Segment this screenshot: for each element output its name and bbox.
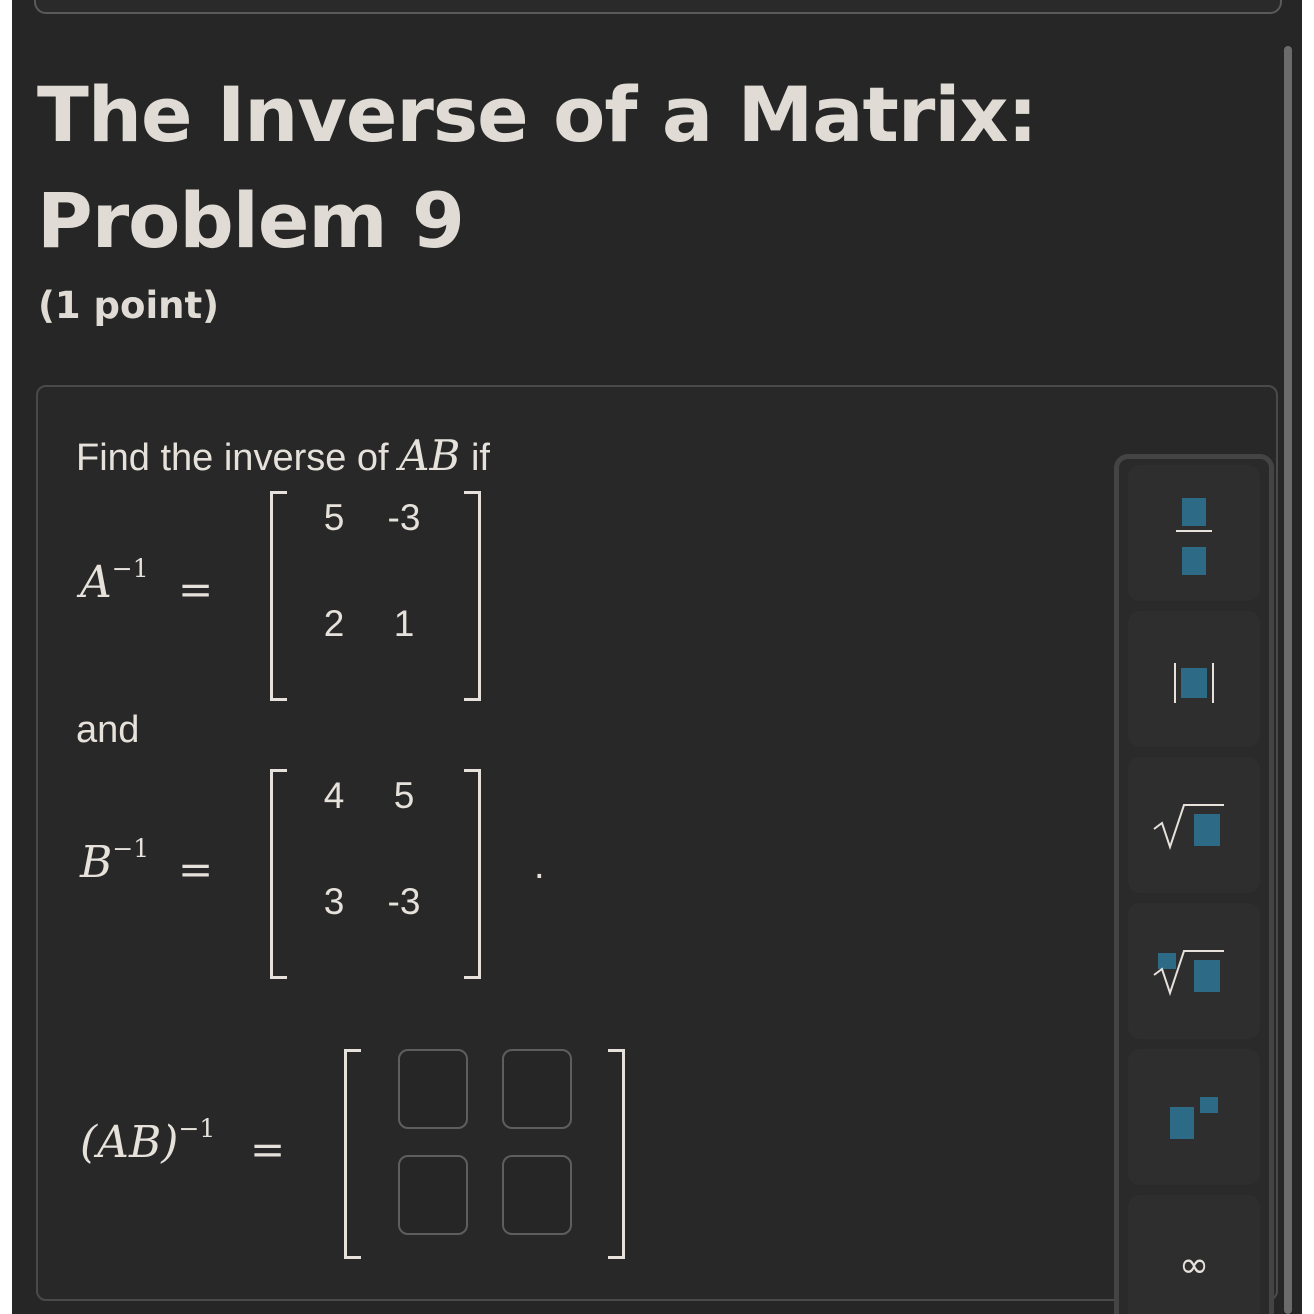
and-label: and	[76, 709, 140, 751]
b-inverse-equals: =	[178, 845, 214, 894]
nth-root-button[interactable]	[1128, 903, 1260, 1039]
period: .	[534, 845, 545, 887]
answer-exponent: −1	[178, 1114, 216, 1143]
page-title: The Inverse of a Matrix: Problem 9	[37, 70, 1038, 265]
a-left-bracket	[270, 491, 287, 701]
a-inverse-exponent: −1	[111, 554, 149, 583]
b-cell-22: -3	[387, 881, 421, 922]
a-cell-22: 1	[393, 603, 415, 644]
a-right-bracket	[464, 491, 481, 701]
b-inverse-base: B	[80, 837, 113, 888]
intro-variable: AB	[399, 431, 461, 480]
square-root-icon	[1153, 804, 1224, 851]
scrollbar[interactable]	[1284, 46, 1292, 1314]
a-inverse-equals: =	[178, 565, 214, 614]
b-left-bracket	[270, 769, 287, 979]
infinity-icon: ∞	[1179, 1245, 1209, 1286]
b-inverse-exponent: −1	[112, 834, 150, 863]
answer-input-21[interactable]	[398, 1155, 468, 1235]
fraction-button[interactable]	[1128, 465, 1260, 601]
exponent-button[interactable]	[1128, 1049, 1260, 1185]
b-right-bracket	[464, 769, 481, 979]
square-root-button[interactable]	[1128, 757, 1260, 893]
b-cell-21: 3	[323, 881, 345, 922]
a-cell-21: 2	[323, 603, 345, 644]
answer-right-bracket	[608, 1049, 625, 1259]
problem-intro: Find the inverse of AB if	[76, 431, 490, 480]
intro-suffix: if	[470, 437, 490, 479]
intro-prefix: Find the inverse of	[76, 437, 389, 479]
answer-lhs: (AB)	[80, 1117, 179, 1168]
math-toolbar: ∞	[1114, 454, 1274, 1314]
a-cell-11: 5	[323, 497, 345, 538]
nth-root-icon	[1153, 950, 1224, 997]
problem-panel: The Inverse of a Matrix: Problem 9 (1 po…	[12, 0, 1302, 1314]
answer-input-11[interactable]	[398, 1049, 468, 1129]
a-inverse-base: A	[80, 557, 112, 608]
a-cell-12: -3	[387, 497, 421, 538]
answer-left-bracket	[344, 1049, 361, 1259]
answer-input-12[interactable]	[502, 1049, 572, 1129]
b-cell-12: 5	[393, 775, 415, 816]
problem-box: Find the inverse of AB if A−1 = 5 -3 2 1…	[36, 385, 1278, 1301]
a-inverse-label: A−1	[80, 554, 149, 608]
answer-equals: =	[250, 1125, 286, 1174]
b-inverse-label: B−1	[80, 834, 150, 888]
absolute-value-button[interactable]	[1128, 611, 1260, 747]
points-label: (1 point)	[38, 284, 220, 327]
previous-card	[34, 0, 1282, 14]
answer-label: (AB)−1	[80, 1114, 216, 1168]
infinity-button[interactable]: ∞	[1128, 1195, 1260, 1314]
b-cell-11: 4	[323, 775, 345, 816]
answer-input-22[interactable]	[502, 1155, 572, 1235]
